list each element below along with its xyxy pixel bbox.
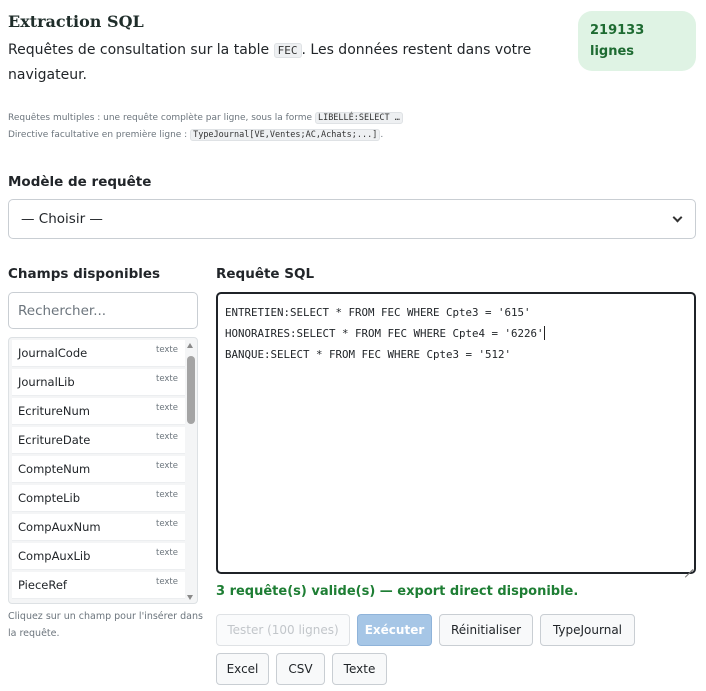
field-list[interactable]: JournalCode texte JournalLib texte Ecritur… — [8, 337, 198, 604]
sql-label: Requête SQL — [216, 266, 315, 282]
sql-line-with-caret: HONORAIRES:SELECT * FROM FEC WHERE Cpte4… — [225, 323, 687, 344]
help-line-1: Requêtes multiples : une requête complèt… — [8, 110, 403, 127]
type-journal-button[interactable]: TypeJournal — [540, 614, 635, 646]
field-item[interactable]: CompAuxNum texte — [12, 514, 185, 541]
field-hint: Cliquez sur un champ pour l'insérer dans… — [8, 611, 203, 639]
template-select[interactable]: — Choisir — — [8, 199, 696, 239]
scroll-up-arrow-icon[interactable] — [187, 343, 193, 348]
export-excel-button[interactable]: Excel — [216, 653, 269, 685]
field-type: texte — [155, 548, 178, 558]
export-csv-button[interactable]: CSV — [276, 653, 325, 685]
field-type: texte — [155, 345, 178, 355]
field-type: texte — [155, 461, 178, 471]
field-name: JournalCode — [18, 346, 88, 360]
field-item[interactable]: EcritureNum texte — [12, 398, 185, 425]
field-name: EcritureDate — [18, 433, 91, 447]
field-type: texte — [155, 432, 178, 442]
text-caret — [543, 326, 545, 340]
field-item[interactable]: EcritureDate texte — [12, 427, 185, 454]
help-line-2-text: Directive facultative en première ligne … — [8, 130, 191, 140]
row-count-value: 219133 — [590, 23, 645, 38]
field-name: CompAuxLib — [18, 549, 91, 563]
subtitle-text-start: Requêtes de consultation sur la table — [8, 42, 274, 58]
field-item[interactable]: CompAuxLib texte — [12, 543, 185, 570]
export-text-button[interactable]: Texte — [332, 653, 387, 685]
row-count-badge: 219133 lignes — [578, 11, 696, 71]
field-name: JournalLib — [18, 375, 75, 389]
field-item[interactable]: JournalLib texte — [12, 369, 185, 396]
sql-editor[interactable]: ENTRETIEN:SELECT * FROM FEC WHERE Cpte3 … — [216, 292, 696, 574]
sql-line: HONORAIRES:SELECT * FROM FEC WHERE Cpte4… — [225, 327, 544, 340]
field-name: CompteNum — [18, 462, 91, 476]
field-type: texte — [155, 577, 178, 587]
help-line-1-code: LIBELLÉ:SELECT … — [314, 112, 403, 124]
help-line-2: Directive facultative en première ligne … — [8, 127, 403, 144]
chevron-down-icon — [672, 212, 683, 222]
scroll-down-arrow-icon[interactable] — [187, 595, 193, 600]
field-name: PieceRef — [18, 578, 67, 592]
test-button[interactable]: Tester (100 lignes) — [216, 614, 350, 646]
field-name: CompteLib — [18, 491, 81, 505]
field-list-scrollbar[interactable] — [186, 340, 196, 603]
sql-line: BANQUE:SELECT * FROM FEC WHERE Cpte3 = '… — [225, 348, 512, 361]
row-count-unit: lignes — [590, 44, 635, 59]
field-type: texte — [155, 374, 178, 384]
field-item[interactable]: CompteNum texte — [12, 456, 185, 483]
page-subtitle: Requêtes de consultation sur la table FE… — [8, 38, 548, 87]
table-name-code: FEC — [273, 43, 302, 58]
resize-grip-icon[interactable] — [684, 562, 693, 571]
template-label: Modèle de requête — [8, 174, 152, 190]
sql-line: ENTRETIEN:SELECT * FROM FEC WHERE Cpte3 … — [225, 306, 531, 319]
field-name: CompAuxNum — [18, 520, 101, 534]
field-name: EcritureNum — [18, 404, 90, 418]
help-line-2-end: . — [380, 130, 384, 140]
help-line-2-code: TypeJournal[VE,Ventes;AC,Achats;...] — [190, 129, 381, 141]
field-type: texte — [155, 403, 178, 413]
execute-button[interactable]: Exécuter — [357, 614, 432, 646]
validation-status: 3 requête(s) valide(s) — export direct d… — [216, 584, 579, 599]
field-item[interactable]: PieceRef texte — [12, 572, 185, 599]
field-type: texte — [155, 490, 178, 500]
field-type: texte — [155, 519, 178, 529]
scroll-thumb[interactable] — [187, 356, 195, 424]
field-item[interactable]: JournalCode texte — [12, 340, 185, 367]
field-search-input[interactable] — [8, 292, 198, 329]
page-title: Extraction SQL — [8, 12, 144, 31]
help-text: Requêtes multiples : une requête complèt… — [8, 110, 403, 144]
reset-button[interactable]: Réinitialiser — [439, 614, 533, 646]
help-line-1-text: Requêtes multiples : une requête complèt… — [8, 113, 315, 123]
fields-label: Champs disponibles — [8, 266, 161, 282]
field-item[interactable]: CompteLib texte — [12, 485, 185, 512]
template-select-value: — Choisir — — [21, 211, 103, 227]
